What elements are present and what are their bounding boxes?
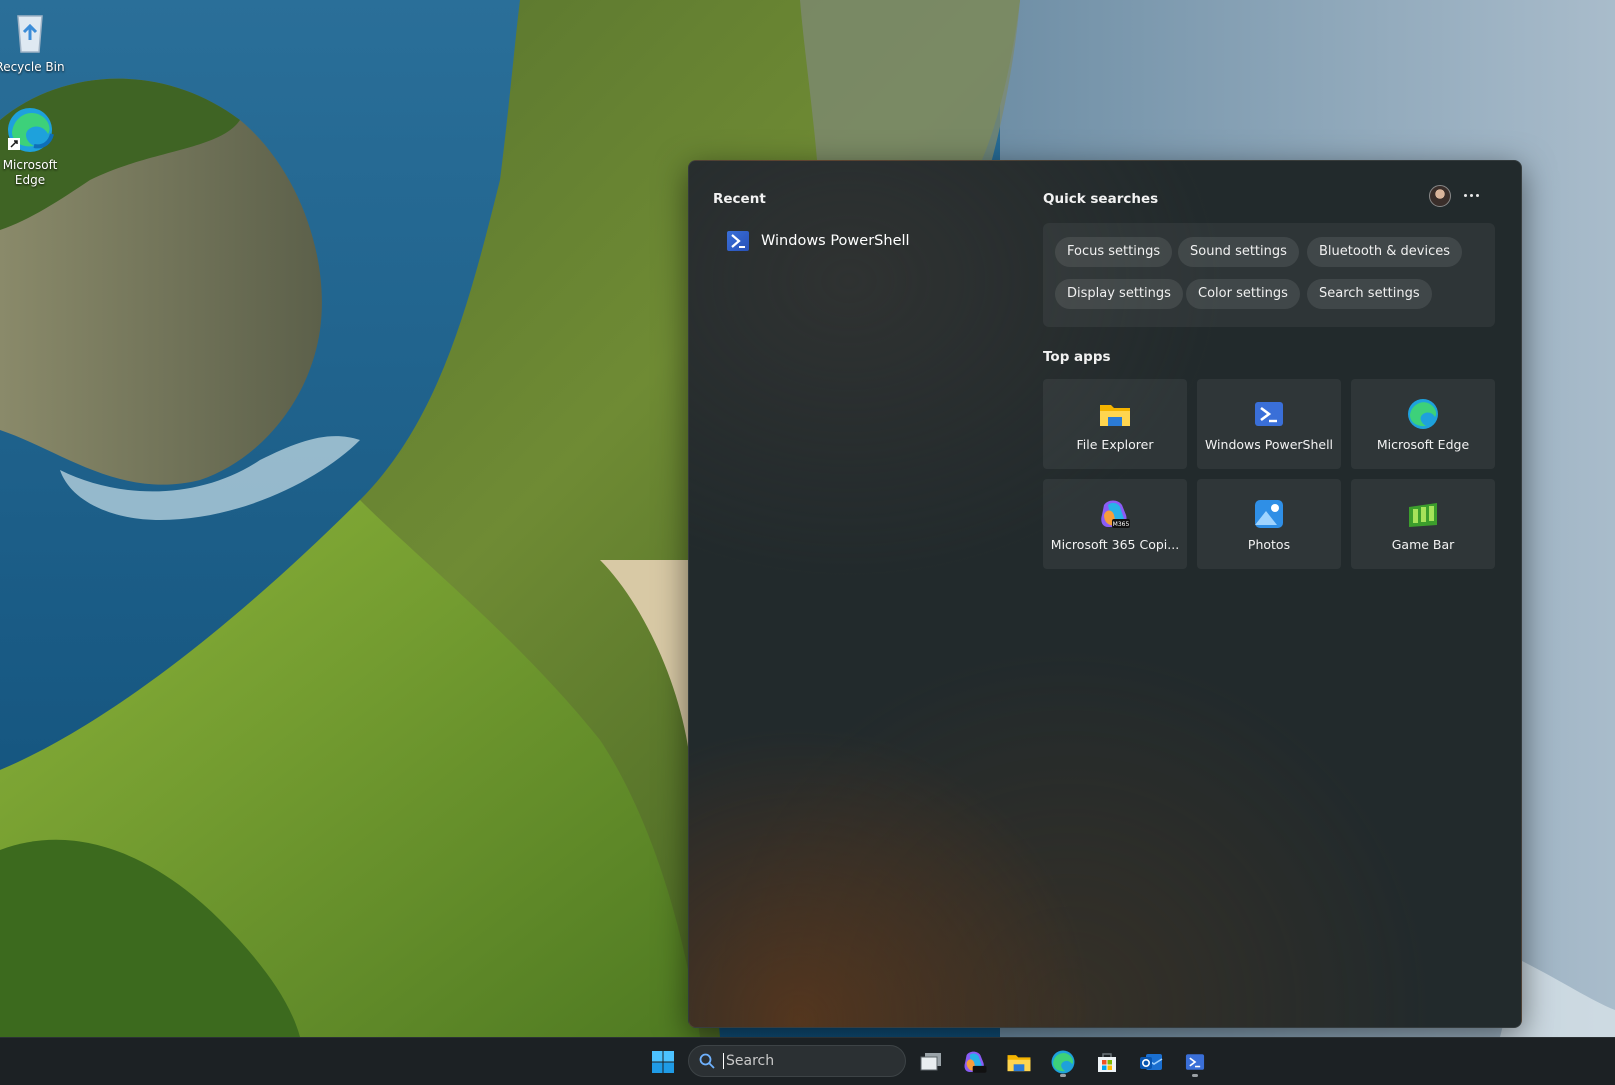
top-app-powershell[interactable]: Windows PowerShell xyxy=(1197,379,1341,469)
m365-copilot-icon: M365 xyxy=(1098,497,1132,531)
outlook-icon xyxy=(1140,1054,1163,1070)
desktop-icon-recycle-bin[interactable]: Recycle Bin xyxy=(0,6,66,75)
recent-item-powershell[interactable]: Windows PowerShell xyxy=(721,227,916,255)
taskbar: Search xyxy=(0,1037,1615,1085)
desktop-icon-label: Microsoft Edge xyxy=(2,158,58,187)
avatar[interactable] xyxy=(1429,185,1451,207)
top-app-m365-copilot[interactable]: M365 Microsoft 365 Copi... xyxy=(1043,479,1187,569)
running-indicator xyxy=(1060,1074,1066,1077)
more-options-button[interactable] xyxy=(1456,183,1486,207)
task-view-icon xyxy=(920,1053,941,1071)
chip-sound-settings[interactable]: Sound settings xyxy=(1178,237,1299,267)
taskbar-file-explorer[interactable] xyxy=(1002,1045,1036,1079)
desktop-icon-edge[interactable]: Microsoft Edge xyxy=(0,104,66,188)
top-app-photos[interactable]: Photos xyxy=(1197,479,1341,569)
taskbar-microsoft-store[interactable] xyxy=(1090,1045,1124,1079)
desktop-icon-label: Recycle Bin xyxy=(0,60,65,74)
edge-icon xyxy=(4,104,56,156)
start-button[interactable] xyxy=(646,1045,680,1079)
tile-label: Microsoft Edge xyxy=(1376,437,1470,452)
top-app-file-explorer[interactable]: File Explorer xyxy=(1043,379,1187,469)
edge-icon xyxy=(1406,397,1440,431)
tile-label: Photos xyxy=(1247,537,1291,552)
taskbar-edge[interactable] xyxy=(1046,1045,1080,1079)
powershell-icon xyxy=(727,231,749,251)
running-indicator xyxy=(1192,1074,1198,1077)
edge-icon xyxy=(1051,1050,1075,1074)
start-icon xyxy=(652,1051,674,1073)
chip-bluetooth-devices[interactable]: Bluetooth & devices xyxy=(1307,237,1462,267)
tile-label: Microsoft 365 Copi... xyxy=(1050,537,1180,552)
chip-search-settings[interactable]: Search settings xyxy=(1307,279,1432,309)
taskbar-powershell[interactable] xyxy=(1178,1045,1212,1079)
text-caret xyxy=(723,1053,724,1069)
top-app-edge[interactable]: Microsoft Edge xyxy=(1351,379,1495,469)
chip-focus-settings[interactable]: Focus settings xyxy=(1055,237,1173,267)
taskbar-m365-copilot[interactable] xyxy=(958,1045,992,1079)
dot-icon xyxy=(1463,193,1467,197)
chip-display-settings[interactable]: Display settings xyxy=(1055,279,1183,309)
task-view-button[interactable] xyxy=(914,1045,948,1079)
tile-label: Game Bar xyxy=(1391,537,1455,552)
m365-copilot-icon xyxy=(964,1051,987,1073)
search-icon xyxy=(699,1053,715,1069)
dot-icon xyxy=(1469,193,1473,197)
chip-color-settings[interactable]: Color settings xyxy=(1186,279,1300,309)
recent-title: Recent xyxy=(713,191,766,207)
microsoft-store-icon xyxy=(1098,1053,1116,1072)
search-placeholder: Search xyxy=(726,1053,775,1069)
recycle-bin-icon xyxy=(4,6,56,58)
svg-text:M365: M365 xyxy=(1113,521,1130,528)
quick-searches-title: Quick searches xyxy=(1043,191,1159,207)
tile-label: File Explorer xyxy=(1076,437,1154,452)
top-apps-title: Top apps xyxy=(1043,349,1111,365)
top-app-game-bar[interactable]: Game Bar xyxy=(1351,479,1495,569)
photos-icon xyxy=(1252,497,1286,531)
powershell-icon xyxy=(1252,397,1286,431)
powershell-icon xyxy=(1185,1054,1205,1070)
tile-label: Windows PowerShell xyxy=(1204,437,1334,452)
file-explorer-icon xyxy=(1007,1055,1031,1072)
file-explorer-icon xyxy=(1098,397,1132,431)
recent-item-label: Windows PowerShell xyxy=(761,233,910,249)
dot-icon xyxy=(1475,193,1479,197)
taskbar-outlook[interactable] xyxy=(1134,1045,1168,1079)
quick-searches-panel: Focus settings Sound settings Bluetooth … xyxy=(1043,223,1495,327)
taskbar-search-box[interactable]: Search xyxy=(688,1045,906,1077)
search-flyout: Recent Windows PowerShell Quick searches… xyxy=(688,160,1522,1028)
game-bar-icon xyxy=(1406,497,1440,531)
